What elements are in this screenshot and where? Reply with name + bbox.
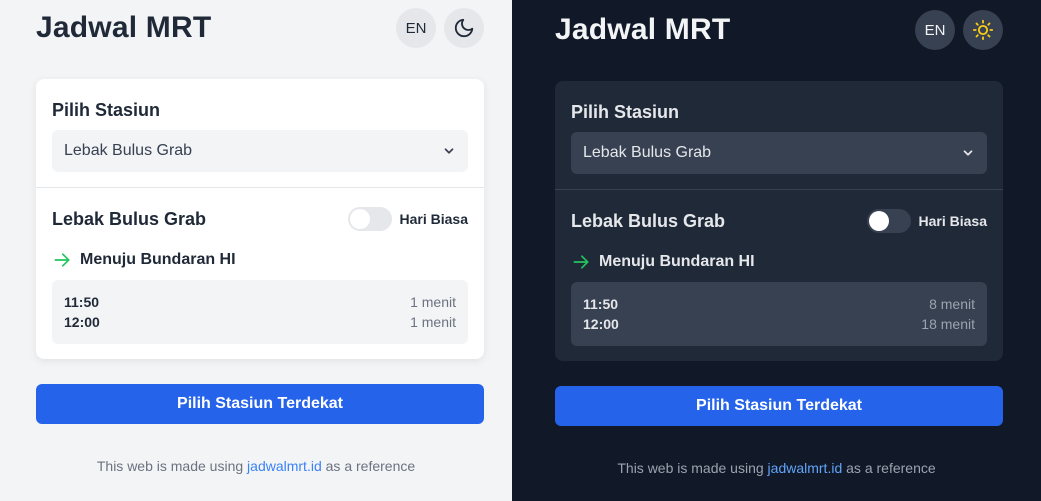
chevron-down-icon xyxy=(444,148,454,154)
toggle-label: Hari Biasa xyxy=(399,211,468,227)
station-name: Lebak Bulus Grab xyxy=(571,210,726,231)
direction-label: Menuju Bundaran HI xyxy=(80,251,236,268)
toggle-label: Hari Biasa xyxy=(918,213,987,229)
dark-theme-panel: Jadwal MRT EN Pilih Stasiun Lebak Bulus … xyxy=(512,0,1041,501)
station-select[interactable]: Lebak Bulus Grab xyxy=(52,130,468,172)
minutes-remaining: 1 menit xyxy=(410,294,456,310)
direction-heading: Menuju Bundaran HI xyxy=(571,252,755,272)
toggle-knob xyxy=(349,209,370,229)
theme-toggle-button[interactable] xyxy=(444,8,484,48)
schedule-row: 12:00 1 menit xyxy=(64,312,456,332)
footer: This web is made using jadwalmrt.id as a… xyxy=(512,460,1041,476)
header: Jadwal MRT EN xyxy=(555,10,1003,50)
app-title: Jadwal MRT xyxy=(555,13,731,46)
station-select[interactable]: Lebak Bulus Grab xyxy=(571,132,987,174)
minutes-remaining: 18 menit xyxy=(921,316,975,332)
station-card: Pilih Stasiun Lebak Bulus Grab Lebak Bul… xyxy=(36,79,484,359)
station-row: Lebak Bulus Grab Hari Biasa xyxy=(571,209,987,233)
language-button[interactable]: EN xyxy=(396,8,436,48)
direction-label: Menuju Bundaran HI xyxy=(599,253,755,270)
station-name: Lebak Bulus Grab xyxy=(52,208,207,229)
day-type-toggle[interactable] xyxy=(866,209,911,233)
theme-toggle-button[interactable] xyxy=(963,10,1003,50)
departure-time: 11:50 xyxy=(583,296,619,312)
selected-station: Lebak Bulus Grab xyxy=(583,144,712,161)
schedule-list: 11:50 8 menit 12:00 18 menit xyxy=(571,282,987,346)
select-label: Pilih Stasiun xyxy=(571,102,680,122)
language-button[interactable]: EN xyxy=(915,10,955,50)
header-actions: EN xyxy=(915,10,1003,50)
day-type-toggle-group: Hari Biasa xyxy=(866,209,987,233)
day-type-toggle-group: Hari Biasa xyxy=(347,207,468,231)
schedule-list: 11:50 1 menit 12:00 1 menit xyxy=(52,280,468,344)
station-select-section: Pilih Stasiun Lebak Bulus Grab xyxy=(36,79,484,187)
footer-suffix: as a reference xyxy=(321,458,416,474)
footer-prefix: This web is made using xyxy=(617,460,768,476)
arrow-right-icon xyxy=(573,255,589,269)
nearest-station-button[interactable]: Pilih Stasiun Terdekat xyxy=(36,384,484,424)
schedule-row: 11:50 1 menit xyxy=(64,292,456,312)
direction-heading: Menuju Bundaran HI xyxy=(52,250,236,270)
departure-time: 12:00 xyxy=(583,316,619,332)
station-card: Pilih Stasiun Lebak Bulus Grab Lebak Bul… xyxy=(555,81,1003,361)
header: Jadwal MRT EN xyxy=(36,8,484,48)
select-label: Pilih Stasiun xyxy=(52,100,161,120)
chevron-down-icon xyxy=(963,150,973,156)
footer-prefix: This web is made using xyxy=(96,458,248,474)
moon-icon xyxy=(454,18,474,38)
schedule-row: 12:00 18 menit xyxy=(583,314,975,334)
nearest-station-button[interactable]: Pilih Stasiun Terdekat xyxy=(555,386,1003,426)
sun-icon xyxy=(972,19,994,41)
reference-link[interactable]: jadwalmrt.id xyxy=(768,460,843,476)
toggle-knob xyxy=(868,211,889,231)
departure-time: 12:00 xyxy=(64,314,100,330)
schedule-row: 11:50 8 menit xyxy=(583,294,975,314)
selected-station: Lebak Bulus Grab xyxy=(64,142,193,159)
divider xyxy=(555,189,1003,190)
minutes-remaining: 1 menit xyxy=(410,314,456,330)
departure-time: 11:50 xyxy=(64,294,100,310)
day-type-toggle[interactable] xyxy=(347,207,392,231)
app-title: Jadwal MRT xyxy=(36,11,212,44)
minutes-remaining: 8 menit xyxy=(929,296,975,312)
station-select-section: Pilih Stasiun Lebak Bulus Grab xyxy=(555,81,1003,189)
divider xyxy=(36,187,484,188)
header-actions: EN xyxy=(396,8,484,48)
light-theme-panel: Jadwal MRT EN Pilih Stasiun Lebak Bulus … xyxy=(0,0,512,501)
footer: This web is made using jadwalmrt.id as a… xyxy=(0,458,512,474)
footer-suffix: as a reference xyxy=(842,460,936,476)
station-row: Lebak Bulus Grab Hari Biasa xyxy=(52,207,468,231)
arrow-right-icon xyxy=(54,253,70,267)
reference-link[interactable]: jadwalmrt.id xyxy=(247,458,322,474)
